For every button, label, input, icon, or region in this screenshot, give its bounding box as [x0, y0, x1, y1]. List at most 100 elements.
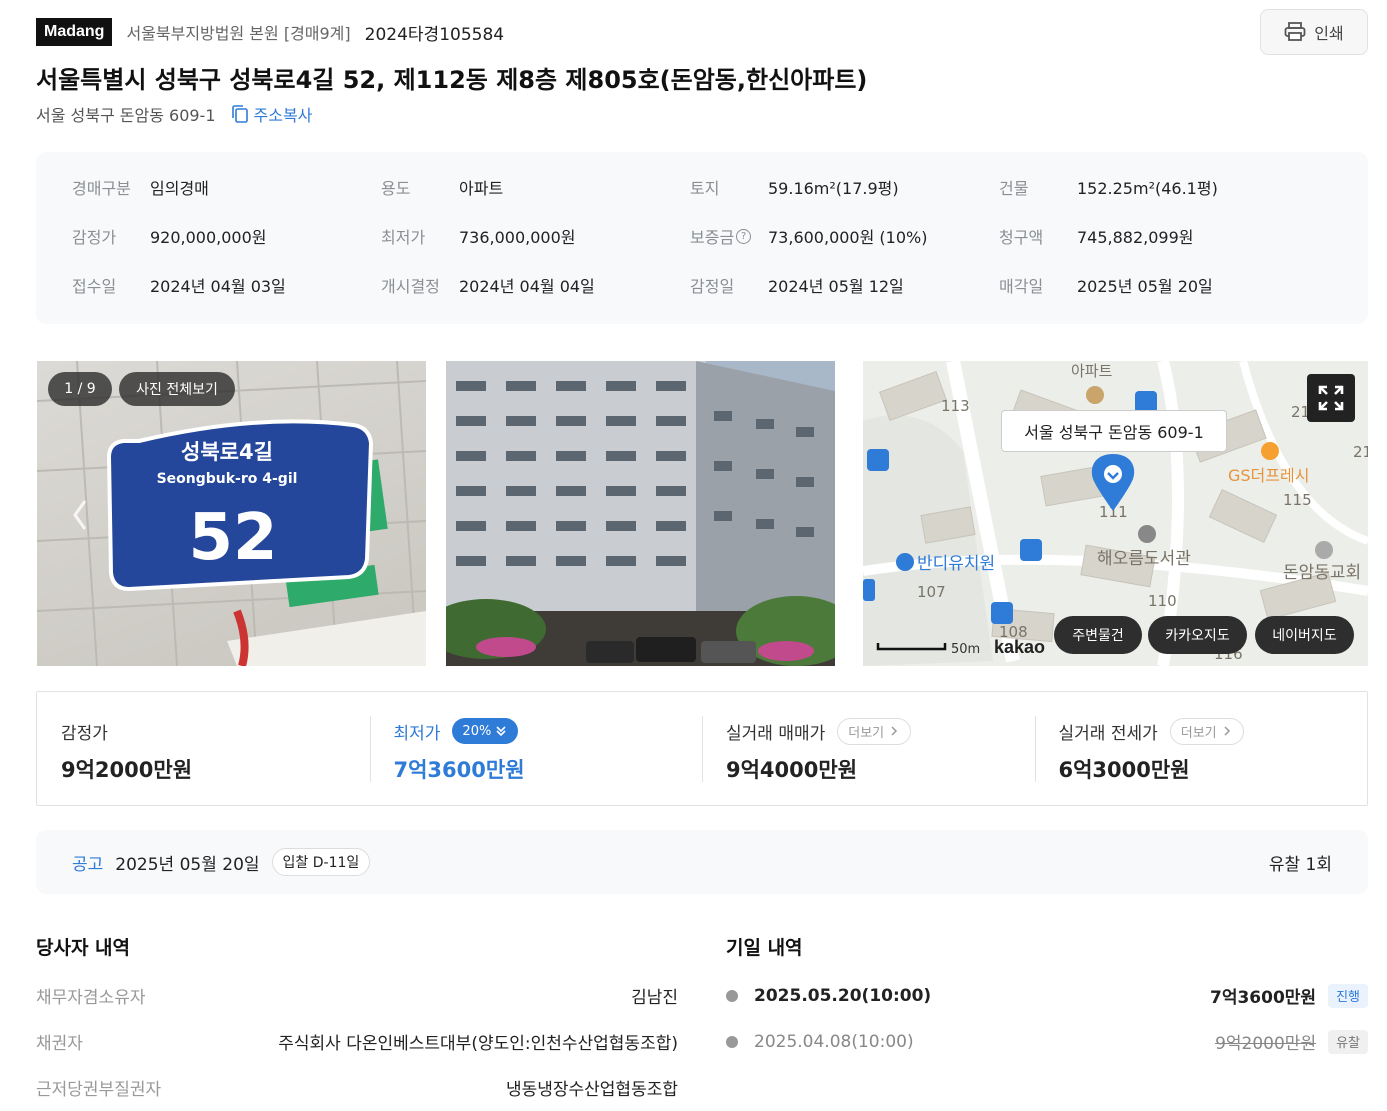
info-label: 접수일: [72, 277, 117, 296]
info-value: 152.25m²(46.1평): [1077, 179, 1218, 198]
party-value: 주식회사 다온인베스트대부(양도인:인천수산업협동조합): [278, 1034, 678, 1054]
info-value: 736,000,000원: [459, 228, 576, 247]
parties-title: 당사자 내역: [36, 937, 131, 959]
chevron-right-icon: [1224, 726, 1230, 736]
apartment-icon: [1086, 386, 1104, 404]
church-icon: [1315, 541, 1333, 559]
info-value: 임의경매: [150, 179, 209, 198]
store-icon: [1261, 442, 1279, 460]
info-value: 2024년 04월 03일: [150, 277, 286, 296]
court-name: 서울북부지방법원 본원 [경매9계]: [126, 24, 351, 43]
info-item: 최저가 736,000,000원: [381, 225, 690, 247]
expand-icon: [1318, 385, 1344, 411]
school-icon: [896, 553, 914, 571]
naver-map-button[interactable]: 네이버지도: [1255, 616, 1354, 654]
map-scale-label: 50m: [951, 642, 980, 657]
map-label-107: 107: [917, 583, 946, 601]
date-text: 2025.05.20(10:00): [754, 985, 932, 1006]
info-label-deposit: 보증금?: [690, 224, 768, 248]
info-item: 개시결정 2024년 04월 04일: [381, 274, 690, 296]
price-label: 감정가: [61, 723, 108, 744]
sign-text-english: Seongbuk-ro 4-gil: [157, 471, 298, 487]
party-label: 채무자겸소유자: [36, 988, 146, 1008]
info-label: 감정일: [690, 277, 735, 296]
price-label: 최저가: [393, 723, 441, 744]
chevron-left-icon[interactable]: [73, 500, 87, 530]
info-item: 접수일 2024년 04월 03일: [72, 274, 381, 296]
notice-label: 공고: [72, 854, 104, 875]
jibun-address: 서울 성북구 돈암동 609-1: [36, 106, 216, 125]
jeonse-more-button[interactable]: 더보기: [1169, 717, 1244, 745]
printer-icon: [1284, 22, 1306, 41]
notice-date: 2025년 05월 20일: [115, 854, 260, 875]
info-label: 건물: [999, 179, 1029, 198]
info-value: 2025년 05월 20일: [1077, 277, 1213, 296]
sign-text-korean: 성북로4길: [181, 440, 273, 464]
map-label-21: 21: [1353, 443, 1368, 461]
price-minimum: 최저가 20% 7억3600만원: [369, 692, 703, 805]
info-label: 개시결정: [381, 277, 440, 296]
party-label: 근저당권부질권자: [36, 1080, 162, 1100]
date-row: 2025.04.08(10:00) 9억2000만원 유찰: [726, 1029, 1368, 1054]
kakao-map-button[interactable]: 카카오지도: [1148, 616, 1247, 654]
info-value: 2024년 05월 12일: [768, 277, 904, 296]
info-value: 2024년 04월 04일: [459, 277, 595, 296]
info-value: 59.16m²(17.9평): [768, 179, 899, 198]
info-item: 용도 아파트: [381, 176, 690, 198]
building-photo-art: [446, 361, 835, 666]
date-text: 2025.04.08(10:00): [754, 1031, 914, 1052]
map-label-115: 115: [1283, 491, 1312, 509]
nearby-properties-button[interactable]: 주변물건: [1054, 616, 1142, 654]
info-label: 감정가: [72, 228, 117, 247]
copy-address-button[interactable]: 주소복사: [230, 102, 312, 126]
info-item: 건물 152.25m²(46.1평): [999, 176, 1308, 198]
map-label-library: 해오름도서관: [1097, 549, 1191, 569]
info-value: 아파트: [459, 179, 504, 198]
photo-counter: 1 / 9: [48, 372, 112, 406]
info-label: 경매구분: [72, 179, 131, 198]
print-label: 인쇄: [1314, 24, 1344, 43]
party-row: 채무자겸소유자 김남진: [36, 983, 678, 1008]
price-label: 실거래 전세가: [1058, 723, 1158, 744]
party-row: 채권자 주식회사 다온인베스트대부(양도인:인천수산업협동조합): [36, 1029, 678, 1054]
price-label: 실거래 매매가: [726, 723, 826, 744]
page-title: 서울특별시 성북구 성북로4길 52, 제112동 제8층 제805호(돈암동,…: [36, 66, 868, 94]
jibun-row: 서울 성북구 돈암동 609-1 주소복사: [36, 102, 312, 126]
map-label-kinder: 반디유치원: [917, 554, 995, 574]
bullet-dot: [726, 989, 738, 1002]
sign-photo-art: 성북로4길 Seongbuk-ro 4-gil 52: [37, 361, 426, 666]
info-label-text: 보증금: [690, 228, 735, 247]
dates-title: 기일 내역: [726, 937, 803, 959]
map-label-church: 돈암동교회: [1283, 563, 1361, 583]
kakao-logo: kakao: [994, 637, 1045, 657]
double-chevron-down-icon: [496, 726, 506, 737]
party-row: 근저당권부질권자 냉동냉장수산업협동조합: [36, 1075, 678, 1100]
info-label: 최저가: [381, 228, 426, 247]
help-icon[interactable]: ?: [736, 228, 752, 244]
info-item: 감정가 920,000,000원: [72, 225, 381, 247]
info-item: 경매구분 임의경매: [72, 176, 381, 198]
status-badge: 유찰: [1328, 1029, 1368, 1054]
price-value: 6억3000만원: [1058, 758, 1190, 782]
fullscreen-button[interactable]: [1307, 374, 1355, 422]
madang-logo[interactable]: Madang: [36, 18, 113, 46]
info-label: 용도: [381, 179, 411, 198]
trade-more-button[interactable]: 더보기: [837, 717, 912, 745]
date-price: 9억2000만원: [1215, 1034, 1317, 1054]
print-button[interactable]: 인쇄: [1260, 9, 1368, 55]
discount-dropdown[interactable]: 20%: [452, 718, 519, 744]
info-label: 토지: [690, 179, 720, 198]
price-appraisal: 감정가 9억2000만원: [37, 692, 370, 805]
property-photo-sign[interactable]: 성북로4길 Seongbuk-ro 4-gil 52 1 / 9 사진 전체보기: [37, 361, 426, 666]
property-photo-building[interactable]: [446, 361, 835, 666]
price-label-row: 실거래 전세가 더보기: [1058, 717, 1368, 745]
view-all-photos-button[interactable]: 사진 전체보기: [119, 372, 235, 406]
price-value: 9억4000만원: [726, 758, 858, 782]
info-label: 청구액: [999, 228, 1044, 247]
price-jeonse: 실거래 전세가 더보기 6억3000만원: [1034, 692, 1368, 805]
map-label-apt: 아파트: [1071, 362, 1113, 380]
info-label: 매각일: [999, 277, 1044, 296]
sign-text-number: 52: [188, 501, 277, 575]
case-header: Madang 서울북부지방법원 본원 [경매9계] 2024타경105584: [36, 17, 504, 47]
price-label-row: 실거래 매매가 더보기: [726, 717, 1035, 745]
